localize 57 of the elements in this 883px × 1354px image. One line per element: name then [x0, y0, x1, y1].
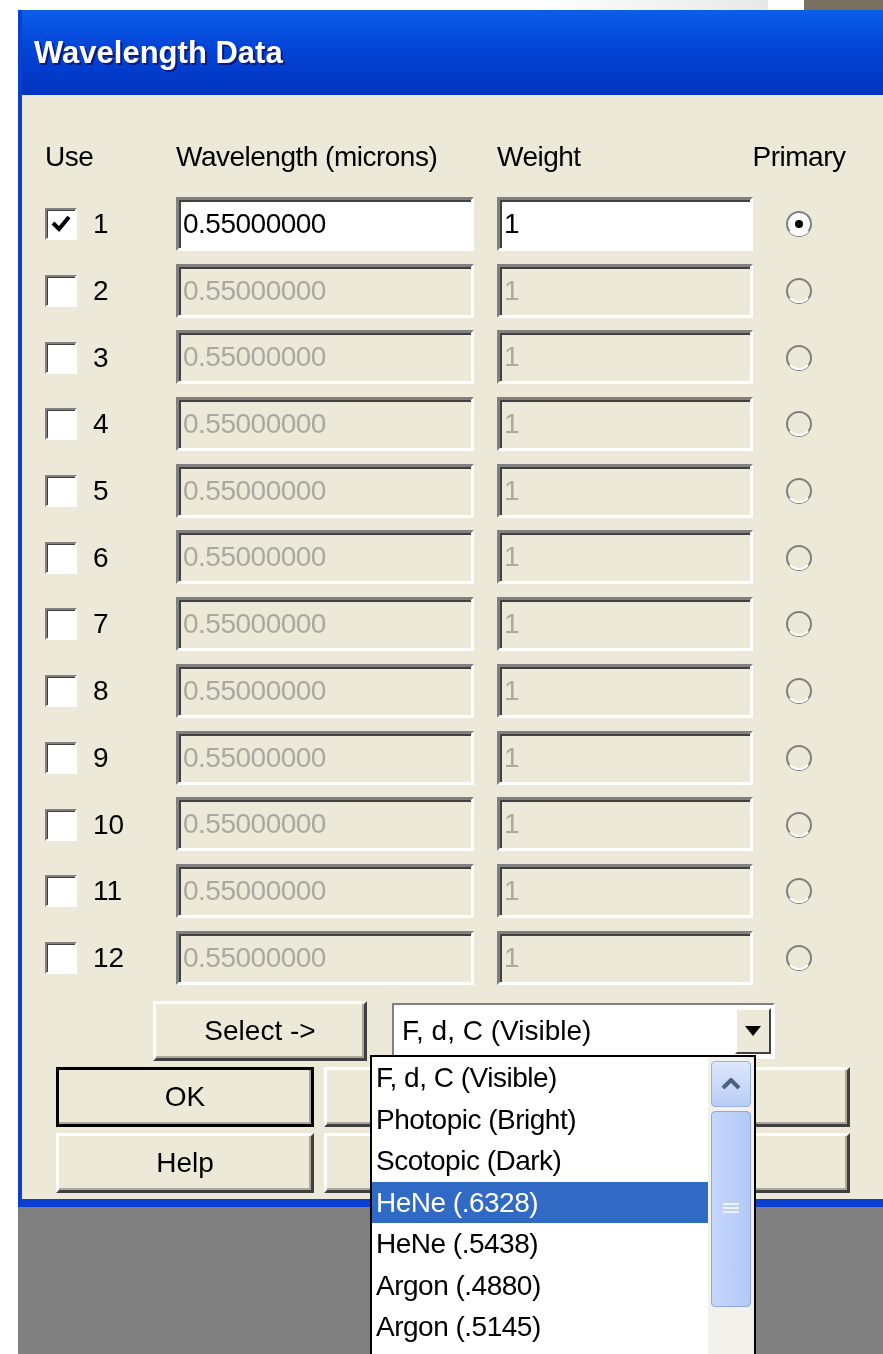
radio-button[interactable] [784, 742, 814, 773]
dialog-button[interactable]: Help [56, 1133, 314, 1194]
radio-button[interactable] [784, 476, 814, 507]
dropdown-option[interactable]: Argon (.4880) [372, 1264, 708, 1306]
row-number: 10 [93, 808, 125, 841]
radio-button[interactable] [784, 209, 814, 240]
checkbox[interactable] [45, 875, 77, 908]
column-header: Use [45, 141, 94, 173]
weight-field[interactable]: 1 [497, 197, 753, 251]
checkbox[interactable] [45, 475, 77, 508]
dialog-button[interactable]: OK [56, 1067, 314, 1128]
select-button[interactable]: Select -> [153, 1001, 367, 1062]
dropdown-option[interactable]: Argon (.5145) [372, 1306, 708, 1348]
checkbox[interactable] [45, 941, 77, 974]
row-number: 8 [93, 675, 109, 708]
dropdown-option[interactable]: F, d, C (Visible) [372, 1057, 708, 1099]
radio-button[interactable] [784, 676, 814, 707]
scroll-up-button[interactable] [711, 1061, 751, 1107]
preset-dropdown[interactable]: F, d, C (Visible) [392, 1003, 775, 1060]
dropdown-option[interactable]: Photopic (Bright) [372, 1098, 708, 1140]
column-header: Weight [497, 141, 581, 173]
radio-button[interactable] [784, 409, 814, 440]
checkbox[interactable] [45, 341, 77, 374]
row-number: 4 [93, 408, 109, 441]
column-header: Wavelength (microns) [176, 141, 438, 173]
checkbox[interactable] [45, 741, 77, 774]
dropdown-option[interactable]: HeNe (.6328) [372, 1181, 708, 1223]
row-number: 12 [93, 941, 125, 974]
row-number: 9 [93, 741, 109, 774]
row-number: 11 [93, 875, 123, 908]
radio-button[interactable] [784, 342, 814, 373]
checkbox[interactable] [45, 275, 77, 308]
dropdown-option[interactable]: Scotopic (Dark) [372, 1140, 708, 1182]
row-number: 6 [93, 541, 109, 574]
window-title: Wavelength Data [34, 34, 283, 71]
row-number: 3 [93, 341, 109, 374]
row-number: 1 [93, 208, 109, 241]
column-header: Primary [752, 141, 846, 173]
radio-button[interactable] [784, 876, 814, 907]
checkbox[interactable] [45, 541, 77, 574]
chevron-up-icon [721, 1078, 741, 1090]
row-number: 2 [93, 275, 109, 308]
checkbox[interactable] [45, 208, 77, 241]
row-number: 5 [93, 475, 109, 508]
wavelength-field[interactable]: 0.55000000 [176, 197, 474, 251]
checkbox[interactable] [45, 808, 77, 841]
checkbox[interactable] [45, 408, 77, 441]
radio-button[interactable] [784, 609, 814, 640]
checkbox[interactable] [45, 608, 77, 641]
radio-button[interactable] [784, 942, 814, 973]
radio-button[interactable] [784, 542, 814, 573]
radio-button[interactable] [784, 809, 814, 840]
dropdown-option[interactable]: HeNe (.5438) [372, 1223, 708, 1265]
row-number: 7 [93, 608, 109, 641]
radio-button[interactable] [784, 276, 814, 307]
checkbox[interactable] [45, 675, 77, 708]
scrollbar-thumb[interactable] [711, 1111, 751, 1307]
